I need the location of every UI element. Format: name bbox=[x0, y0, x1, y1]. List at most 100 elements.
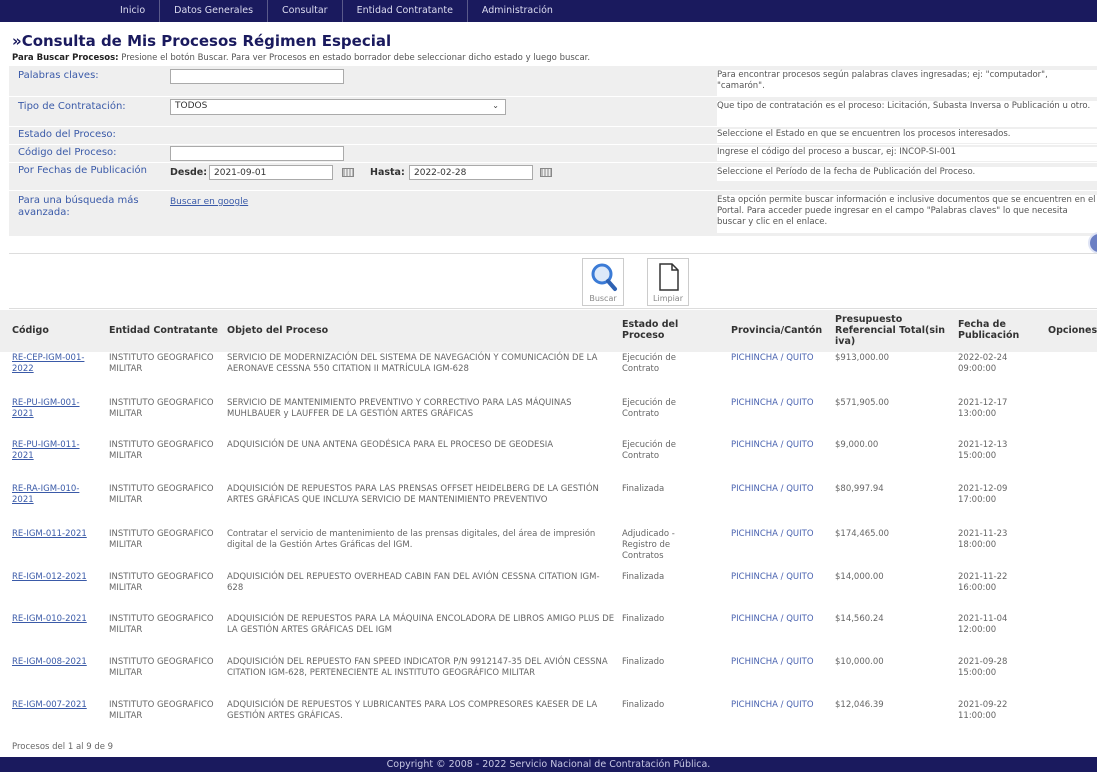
province-cell: PICHINCHA / QUITO bbox=[731, 398, 814, 408]
magnifier-icon bbox=[591, 263, 617, 291]
keywords-input[interactable] bbox=[170, 69, 344, 84]
process-code-link[interactable]: RE-IGM-007-2021 bbox=[12, 700, 92, 711]
menu-item-administracion[interactable]: Administración bbox=[468, 0, 567, 22]
province-cell: PICHINCHA / QUITO bbox=[731, 440, 814, 450]
entity-cell: INSTITUTO GEOGRAFICO MILITAR bbox=[109, 657, 214, 678]
menu-item-inicio[interactable]: Inicio bbox=[106, 0, 161, 22]
date-to-label: Hasta: bbox=[370, 167, 405, 178]
keywords-help: Para encontrar procesos según palabras c… bbox=[717, 70, 1097, 97]
instructions-heading: Para Buscar Procesos: bbox=[12, 53, 119, 63]
object-cell: ADQUISICIÓN DE REPUESTOS PARA LAS PRENSA… bbox=[227, 484, 599, 505]
status-cell: Finalizada bbox=[622, 572, 665, 582]
action-buttons-area: Buscar Limpiar bbox=[9, 253, 1097, 309]
budget-cell: $571,905.00 bbox=[835, 398, 890, 408]
keywords-label: Palabras claves: bbox=[18, 70, 99, 81]
main-menu: Inicio Datos Generales Consultar Entidad… bbox=[106, 0, 567, 22]
entity-cell: INSTITUTO GEOGRAFICO MILITAR bbox=[109, 700, 214, 721]
entity-cell: INSTITUTO GEOGRAFICO MILITAR bbox=[109, 572, 214, 593]
province-cell: PICHINCHA / QUITO bbox=[731, 572, 814, 582]
search-google-link[interactable]: Buscar en google bbox=[170, 197, 248, 207]
form-row-dates: Por Fechas de Publicación Desde: Hasta: … bbox=[9, 163, 1097, 191]
date-cell: 2021-09-22 11:00:00 bbox=[958, 700, 1008, 721]
contract-type-select[interactable]: TODOS ⌄ bbox=[170, 99, 506, 115]
process-code-link[interactable]: RE-IGM-010-2021 bbox=[12, 614, 92, 625]
status-cell: Ejecución de Contrato bbox=[622, 398, 676, 419]
province-cell: PICHINCHA / QUITO bbox=[731, 484, 814, 494]
col-header-date: Fecha de Publicación bbox=[958, 319, 1020, 341]
process-code-link[interactable]: RE-RA-IGM-010-2021 bbox=[12, 484, 92, 506]
form-row-keywords: Palabras claves: Para encontrar procesos… bbox=[9, 66, 1097, 97]
date-cell: 2021-11-23 18:00:00 bbox=[958, 529, 1008, 550]
status-cell: Ejecución de Contrato bbox=[622, 353, 676, 374]
entity-cell: INSTITUTO GEOGRAFICO MILITAR bbox=[109, 353, 214, 374]
status-cell: Finalizada bbox=[622, 484, 665, 494]
date-cell: 2021-11-04 12:00:00 bbox=[958, 614, 1008, 635]
province-cell: PICHINCHA / QUITO bbox=[731, 529, 814, 539]
search-button-label: Buscar bbox=[589, 294, 617, 303]
process-code-link[interactable]: RE-PU-IGM-001-2021 bbox=[12, 398, 92, 420]
process-code-link[interactable]: RE-CEP-IGM-001-2022 bbox=[12, 353, 92, 375]
date-from-label: Desde: bbox=[170, 167, 208, 178]
object-cell: ADQUISICIÓN DE UNA ANTENA GEODÉSICA PARA… bbox=[227, 440, 554, 450]
form-row-code: Código del Proceso: Ingrese el código de… bbox=[9, 145, 1097, 163]
object-cell: ADQUISICIÓN DE REPUESTOS PARA LA MÁQUINA… bbox=[227, 614, 615, 635]
menu-item-datos-generales[interactable]: Datos Generales bbox=[160, 0, 269, 22]
clear-button-label: Limpiar bbox=[653, 294, 683, 303]
budget-cell: $14,000.00 bbox=[835, 572, 884, 582]
top-nav-bar: Inicio Datos Generales Consultar Entidad… bbox=[0, 0, 1097, 22]
province-cell: PICHINCHA / QUITO bbox=[731, 700, 814, 710]
date-to-input[interactable] bbox=[409, 165, 533, 180]
form-row-status: Estado del Proceso: Seleccione el Estado… bbox=[9, 127, 1097, 145]
status-help: Seleccione el Estado en que se encuentre… bbox=[717, 129, 1097, 143]
search-button[interactable]: Buscar bbox=[582, 258, 624, 306]
entity-cell: INSTITUTO GEOGRAFICO MILITAR bbox=[109, 529, 214, 550]
copyright-bar: Copyright © 2008 - 2022 Servicio Naciona… bbox=[0, 757, 1097, 772]
process-code-link[interactable]: RE-PU-IGM-011-2021 bbox=[12, 440, 92, 462]
blank-page-icon bbox=[659, 263, 679, 291]
budget-cell: $14,560.24 bbox=[835, 614, 884, 624]
entity-cell: INSTITUTO GEOGRAFICO MILITAR bbox=[109, 398, 214, 419]
status-cell: Ejecución de Contrato bbox=[622, 440, 676, 461]
calendar-icon[interactable] bbox=[342, 168, 354, 177]
budget-cell: $80,997.94 bbox=[835, 484, 884, 494]
calendar-icon[interactable] bbox=[540, 168, 552, 177]
clear-button[interactable]: Limpiar bbox=[647, 258, 689, 306]
page-title: »Consulta de Mis Procesos Régimen Especi… bbox=[12, 32, 392, 50]
instructions-text: Presione el botón Buscar. Para ver Proce… bbox=[118, 53, 591, 63]
process-code-link[interactable]: RE-IGM-012-2021 bbox=[12, 572, 92, 583]
date-cell: 2021-12-09 17:00:00 bbox=[958, 484, 1008, 505]
object-cell: ADQUISICIÓN DE REPUESTOS Y LUBRICANTES P… bbox=[227, 700, 598, 721]
province-cell: PICHINCHA / QUITO bbox=[731, 657, 814, 667]
results-table-header: Código Entidad Contratante Objeto del Pr… bbox=[0, 310, 1097, 352]
process-code-link[interactable]: RE-IGM-011-2021 bbox=[12, 529, 92, 540]
budget-cell: $10,000.00 bbox=[835, 657, 884, 667]
date-cell: 2021-09-28 15:00:00 bbox=[958, 657, 1008, 678]
date-cell: 2021-11-22 16:00:00 bbox=[958, 572, 1008, 593]
status-cell: Finalizado bbox=[622, 700, 665, 710]
entity-cell: INSTITUTO GEOGRAFICO MILITAR bbox=[109, 484, 214, 505]
status-cell: Finalizado bbox=[622, 614, 665, 624]
object-cell: SERVICIO DE MODERNIZACIÓN DEL SISTEMA DE… bbox=[227, 353, 598, 374]
col-header-code: Código bbox=[12, 325, 49, 336]
date-from-input[interactable] bbox=[209, 165, 333, 180]
contract-type-selected: TODOS bbox=[175, 101, 208, 111]
col-header-entity: Entidad Contratante bbox=[109, 325, 218, 336]
menu-item-entidad-contratante[interactable]: Entidad Contratante bbox=[343, 0, 468, 22]
floating-help-button[interactable] bbox=[1088, 232, 1097, 254]
menu-item-consultar[interactable]: Consultar bbox=[268, 0, 343, 22]
object-cell: SERVICIO DE MANTENIMIENTO PREVENTIVO Y C… bbox=[227, 398, 572, 419]
date-cell: 2021-12-17 13:00:00 bbox=[958, 398, 1008, 419]
dates-help: Seleccione el Período de la fecha de Pub… bbox=[717, 167, 1097, 181]
province-cell: PICHINCHA / QUITO bbox=[731, 614, 814, 624]
code-input[interactable] bbox=[170, 146, 344, 161]
object-cell: ADQUISICIÓN DEL REPUESTO OVERHEAD CABIN … bbox=[227, 572, 600, 593]
form-row-advanced: Para una búsqueda más avanzada: Buscar e… bbox=[9, 191, 1097, 237]
status-cell: Adjudicado - Registro de Contratos bbox=[622, 529, 675, 561]
process-code-link[interactable]: RE-IGM-008-2021 bbox=[12, 657, 92, 668]
col-header-province: Provincia/Cantón bbox=[731, 325, 823, 336]
entity-cell: INSTITUTO GEOGRAFICO MILITAR bbox=[109, 440, 214, 461]
col-header-budget: Presupuesto Referencial Total(sin iva) bbox=[835, 314, 946, 347]
search-instructions: Para Buscar Procesos: Presione el botón … bbox=[12, 53, 590, 63]
col-header-options: Opciones bbox=[1048, 325, 1097, 336]
col-header-status: Estado del Proceso bbox=[622, 319, 679, 341]
